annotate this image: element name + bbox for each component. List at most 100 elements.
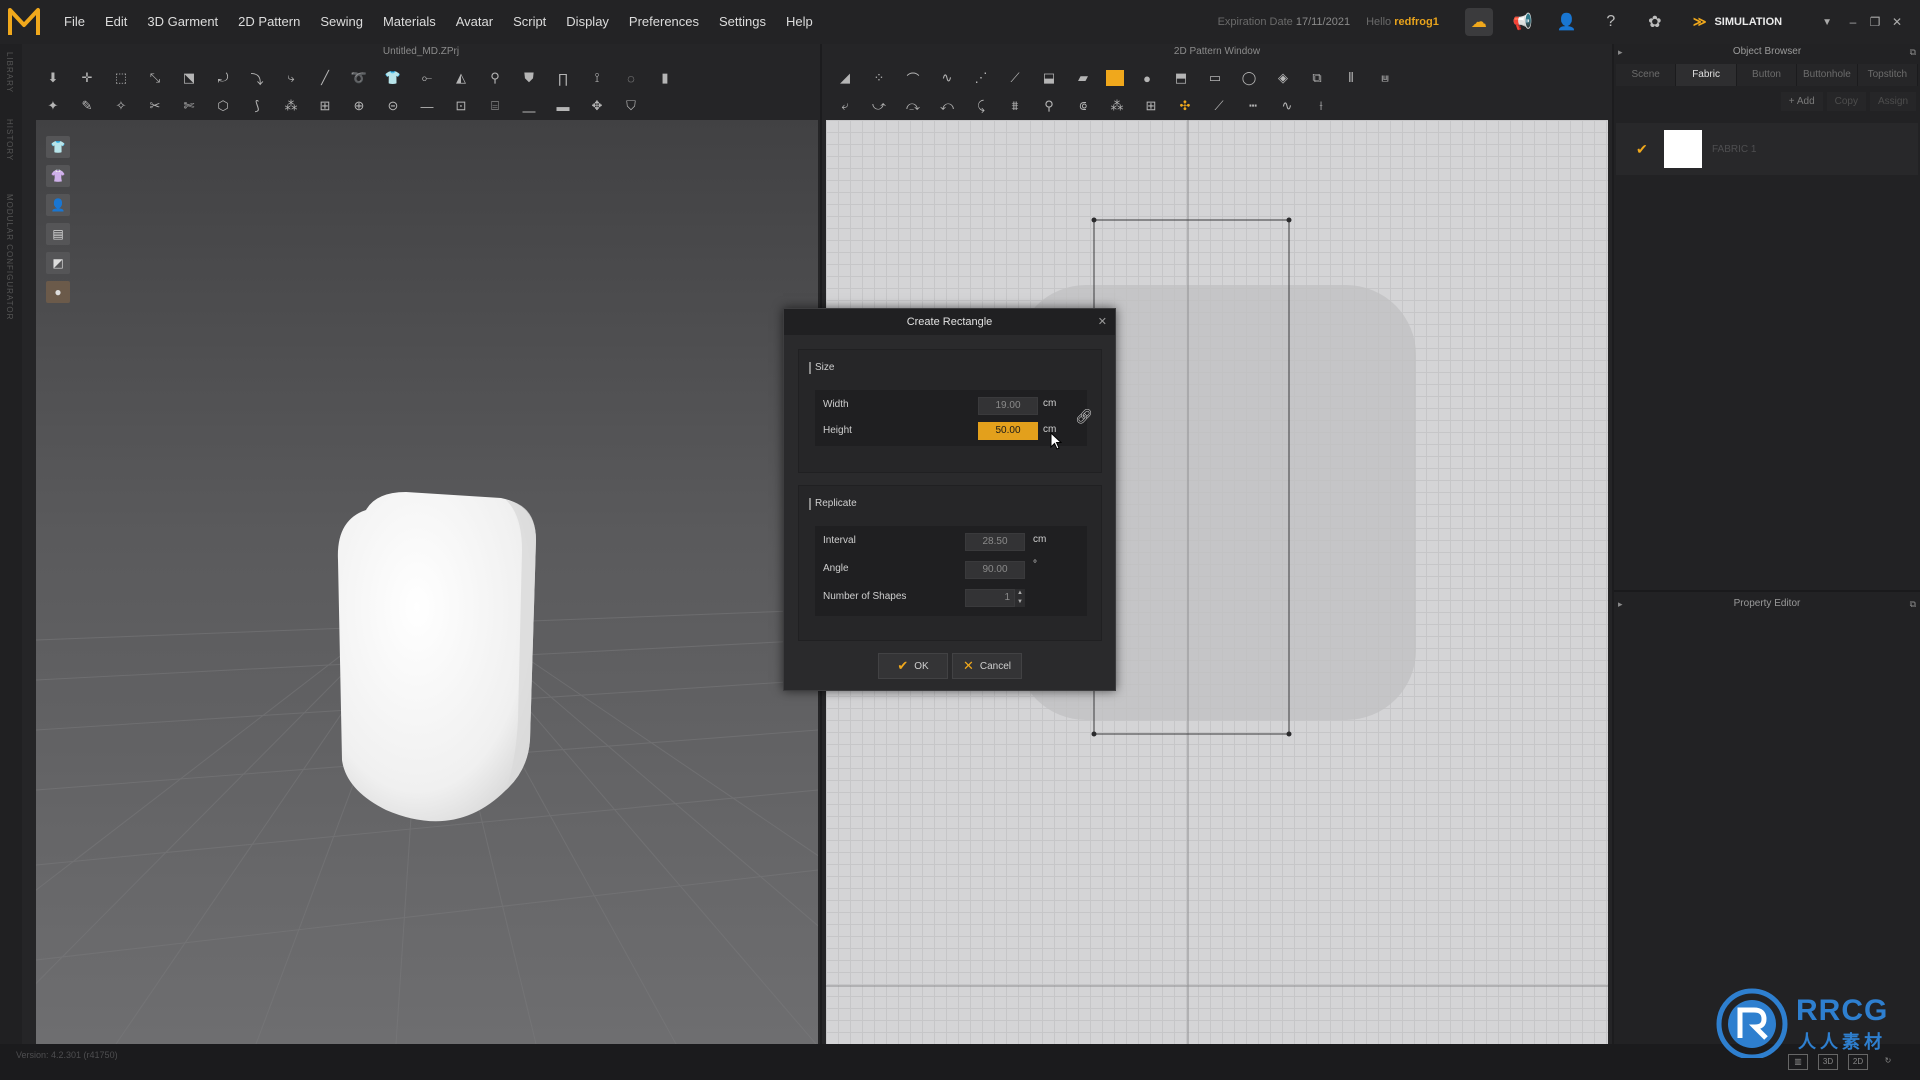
ok-button[interactable]: ✔ OK [878,653,948,679]
circle-tool-icon[interactable]: ● [1136,68,1158,88]
edit-curve-icon[interactable]: ⌒ [902,68,924,88]
copy-fabric-button[interactable]: Copy [1826,92,1866,111]
fold-icon[interactable]: ⬔ [178,68,200,88]
iron-icon[interactable]: ◭ [450,68,472,88]
show-skin-icon[interactable]: ● [46,281,70,303]
jacket-icon[interactable]: ⛊ [518,68,540,88]
folder-icon[interactable]: ▰ [1072,68,1094,88]
shapes-spinner[interactable]: ▲ ▼ [1015,589,1025,607]
pin-icon[interactable]: ⚲ [484,68,506,88]
dart-icon[interactable]: ◈ [1272,68,1294,88]
tab-scene[interactable]: Scene [1616,64,1677,86]
fold-arrange-icon[interactable]: ⤾ [212,68,234,88]
internal-circle-icon[interactable]: ◯ [1238,68,1260,88]
segment-sewing-icon[interactable]: ⤶ [834,96,856,116]
check-sewing-icon[interactable]: ⤹ [970,96,992,116]
tape-icon[interactable]: ➰ [348,68,370,88]
offset-line-icon[interactable]: ⟊ [1310,96,1332,116]
rectangle-tool-icon[interactable] [1106,70,1124,86]
show-avatar-icon[interactable]: 👤 [46,194,70,216]
brush-icon[interactable]: ✎ [76,96,98,116]
gathering-icon[interactable]: ⩏ [1374,68,1396,88]
box-select-icon[interactable]: ⬚ [110,68,132,88]
menu-avatar[interactable]: Avatar [446,0,503,44]
cut-icon[interactable]: ✂ [144,96,166,116]
fabric-texture-icon[interactable]: ⊞ [314,96,336,116]
internal-polygon-icon[interactable]: ⬒ [1170,68,1192,88]
menu-display[interactable]: Display [556,0,619,44]
fold-2d-icon[interactable]: ⟃ [1072,96,1094,116]
avatar-pose-icon[interactable]: ✦ [42,96,64,116]
tab-topstitch[interactable]: Topstitch [1857,64,1919,86]
stitch-2d-icon[interactable]: ⁂ [1106,96,1128,116]
menu-sewing[interactable]: Sewing [310,0,373,44]
angle-input[interactable]: 90.00 [965,561,1025,579]
cancel-button[interactable]: ✕ Cancel [952,653,1022,679]
link-proportion-icon[interactable]: 🔗︎ [1075,408,1093,425]
close-icon[interactable]: ✕ [1886,15,1908,29]
sew-icon[interactable]: ⟆ [246,96,268,116]
width-input[interactable]: 19.00 [978,397,1038,415]
curve-point-icon[interactable]: ∿ [936,68,958,88]
internal-line-icon[interactable]: ⟋ [1208,96,1230,116]
lock-icon[interactable]: ⊡ [450,96,472,116]
popout-icon[interactable]: ⧉ [1910,44,1916,60]
user-icon[interactable]: 👤 [1553,8,1581,36]
restore-icon[interactable]: ❐ [1864,15,1886,29]
modular-configurator-tab[interactable]: MODULAR CONFIGURATOR [5,194,14,320]
button-icon[interactable]: ⊕ [348,96,370,116]
edit-texture-icon[interactable]: ⬓ [1038,68,1060,88]
shirt-icon[interactable]: 👕 [382,68,404,88]
measure-icon[interactable]: ⟜ [416,68,438,88]
stitch-icon[interactable]: ⁂ [280,96,302,116]
fit-icon[interactable]: ⛉ [620,96,642,116]
scissors-icon[interactable]: ✄ [178,96,200,116]
pleat-icon[interactable]: ⦀ [1340,68,1362,88]
wand-icon[interactable]: ✧ [110,96,132,116]
lasso-icon[interactable]: ◌ [620,68,642,88]
tack-icon[interactable]: ⩩ [1004,96,1026,116]
arrange-icon[interactable]: ⤵ [246,68,268,88]
interval-input[interactable]: 28.50 [965,533,1025,551]
grading-icon[interactable]: ⊞ [1140,96,1162,116]
zip-icon[interactable]: ⌸ [484,96,506,116]
shapes-input[interactable]: 1 [965,589,1015,607]
show-texture-icon[interactable]: ▤ [46,223,70,245]
edit-point-icon[interactable]: ⁘ [868,68,890,88]
pin-icon[interactable]: ▸ [1618,596,1623,612]
menu-3d-garment[interactable]: 3D Garment [137,0,228,44]
menu-preferences[interactable]: Preferences [619,0,709,44]
shape-icon[interactable]: ⬡ [212,96,234,116]
dashed-line-icon[interactable]: ┅ [1242,96,1264,116]
wave-line-icon[interactable]: ∿ [1276,96,1298,116]
pin-2d-icon[interactable]: ⚲ [1038,96,1060,116]
zipper-icon[interactable]: ⟟ [586,68,608,88]
announcement-icon[interactable]: 📢 [1509,8,1537,36]
fabric-list-item[interactable]: ✔ FABRIC 1 [1616,123,1918,175]
pin-icon[interactable]: ▸ [1618,44,1623,60]
trace-icon[interactable]: ⧉ [1306,68,1328,88]
cloud-sync-icon[interactable]: ☁ [1464,8,1493,36]
edit-pattern-icon[interactable]: ◢ [834,68,856,88]
help-icon[interactable]: ? [1597,8,1625,36]
piping-icon[interactable]: ⎽ [518,96,540,116]
show-garment-icon[interactable]: 👕 [46,136,70,158]
minimize-icon[interactable]: – [1842,15,1864,29]
viewport-3d[interactable]: 👕 👚 👤 ▤ ◩ ● [36,120,818,1044]
transform-icon[interactable]: ⤡ [144,68,166,88]
assign-fabric-button[interactable]: Assign [1869,92,1916,111]
menu-script[interactable]: Script [503,0,556,44]
line-icon[interactable]: ╱ [314,68,336,88]
community-icon[interactable]: ✿ [1641,8,1669,36]
select-mesh-icon[interactable]: ⬇ [42,68,64,88]
puckering-icon[interactable]: ▬ [552,96,574,116]
internal-rectangle-icon[interactable]: ▭ [1204,68,1226,88]
topstitch-icon[interactable]: — [416,96,438,116]
tab-fabric[interactable]: Fabric [1676,64,1737,86]
menu-edit[interactable]: Edit [95,0,137,44]
multi-sewing-icon[interactable]: ⤼ [902,96,924,116]
grid-icon[interactable]: ✥ [586,96,608,116]
arrange-2-icon[interactable]: ⤷ [280,68,302,88]
tab-button[interactable]: Button [1736,64,1798,86]
menu-help[interactable]: Help [776,0,823,44]
